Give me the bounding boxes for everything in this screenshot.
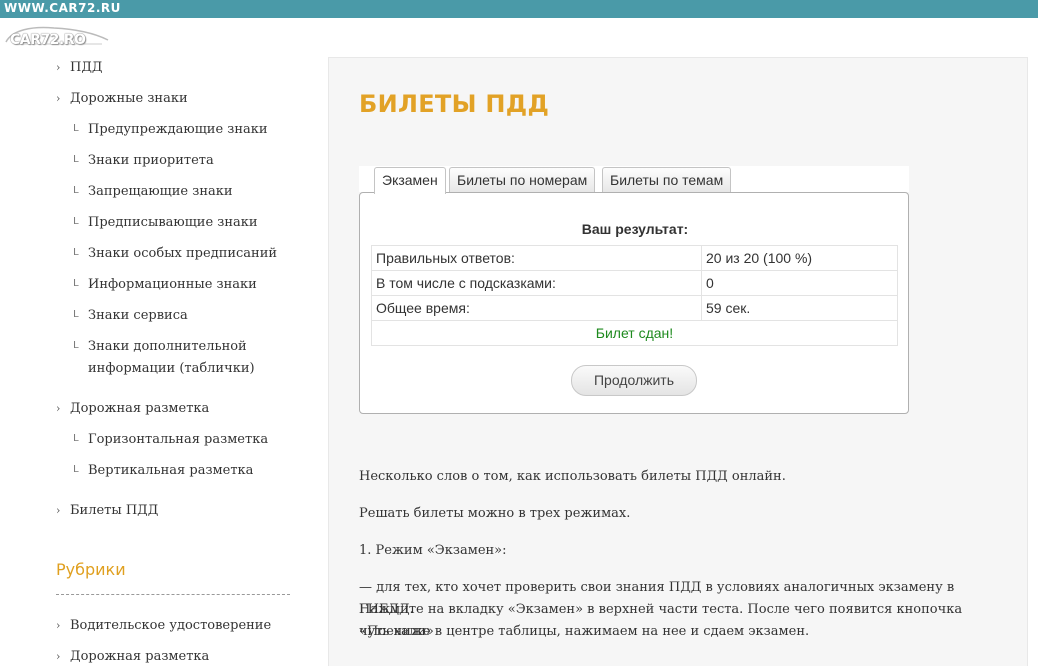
- table-row: Правильных ответов: 20 из 20 (100 %): [371, 245, 898, 271]
- sidebar-item-label: Знаки приоритета: [88, 153, 214, 168]
- sidebar-item-mandatory-signs[interactable]: L Предписывающие знаки: [73, 212, 258, 234]
- tab-tickets-by-number[interactable]: Билеты по номерам: [449, 167, 596, 193]
- tree-branch-icon: L: [73, 278, 80, 289]
- sidebar-item-additional-info-signs[interactable]: L Знаки дополнительной информации (табли…: [73, 336, 255, 380]
- sidebar-item-warning-signs[interactable]: L Предупреждающие знаки: [73, 119, 268, 141]
- chevron-right-icon: ›: [56, 61, 61, 74]
- rubrics-heading: Рубрики: [56, 560, 126, 579]
- sidebar-item-label: Вертикальная разметка: [88, 463, 254, 478]
- result-value-hints: 0: [701, 270, 898, 296]
- sidebar-item-road-signs[interactable]: › Дорожные знаки: [56, 88, 188, 110]
- table-row: Билет сдан!: [371, 320, 898, 346]
- sidebar-item-label: Запрещающие знаки: [88, 184, 233, 199]
- article-body-line: чуть ниже в центре таблицы, нажимаем на …: [359, 624, 810, 639]
- sidebar-item-service-signs[interactable]: L Знаки сервиса: [73, 305, 188, 327]
- sidebar: › ПДД › Дорожные знаки L Предупреждающие…: [0, 52, 300, 666]
- sidebar-item-priority-signs[interactable]: L Знаки приоритета: [73, 150, 214, 172]
- tab-exam[interactable]: Экзамен: [374, 167, 446, 194]
- rubrics-divider: [56, 594, 290, 595]
- sidebar-item-label-line2: информации (таблички): [88, 361, 255, 376]
- tree-branch-icon: L: [73, 154, 80, 165]
- sidebar-item-road-markings[interactable]: › Дорожная разметка: [56, 398, 210, 420]
- sidebar-item-information-signs[interactable]: L Информационные знаки: [73, 274, 257, 296]
- article-paragraph: Решать билеты можно в трех режимах.: [359, 506, 631, 521]
- result-status: Билет сдан!: [371, 320, 898, 346]
- table-row: Общее время: 59 сек.: [371, 295, 898, 321]
- sidebar-item-label: Дорожная разметка: [70, 401, 210, 416]
- sidebar-item-label: Знаки дополнительной: [88, 339, 247, 354]
- chevron-right-icon: ›: [56, 619, 61, 632]
- page-title: БИЛЕТЫ ПДД: [359, 90, 550, 118]
- sidebar-item-pdd[interactable]: › ПДД: [56, 57, 103, 79]
- test-tabs: Экзамен Билеты по номерам Билеты по тема…: [359, 166, 909, 194]
- rubric-item-label: Водительское удостоверение: [70, 618, 272, 633]
- chevron-right-icon: ›: [56, 92, 61, 105]
- result-value-time: 59 сек.: [701, 295, 898, 321]
- tree-branch-icon: L: [73, 309, 80, 320]
- sidebar-item-horizontal-markings[interactable]: L Горизонтальная разметка: [73, 429, 269, 451]
- result-value-correct: 20 из 20 (100 %): [701, 245, 898, 271]
- site-url[interactable]: WWW.CAR72.RU: [4, 0, 121, 16]
- continue-button[interactable]: Продолжить: [571, 365, 697, 396]
- tree-branch-icon: L: [73, 433, 80, 444]
- sidebar-item-vertical-markings[interactable]: L Вертикальная разметка: [73, 460, 254, 482]
- result-label-hints: В том числе с подсказками:: [371, 270, 702, 296]
- sidebar-item-label: Предписывающие знаки: [88, 215, 258, 230]
- sidebar-item-label: Предупреждающие знаки: [88, 122, 268, 137]
- rubric-item-road-markings[interactable]: › Дорожная разметка: [56, 646, 210, 666]
- chevron-right-icon: ›: [56, 504, 61, 517]
- tree-branch-icon: L: [73, 123, 80, 134]
- sidebar-item-pdd-tickets[interactable]: › Билеты ПДД: [56, 500, 159, 522]
- sidebar-item-label: Знаки особых предписаний: [88, 246, 278, 261]
- site-logo[interactable]: CAR72.RO: [2, 20, 114, 52]
- rubric-item-label: Дорожная разметка: [70, 649, 210, 664]
- tab-tickets-by-topic[interactable]: Билеты по темам: [602, 167, 732, 193]
- tree-branch-icon: L: [73, 464, 80, 475]
- sidebar-item-prohibitory-signs[interactable]: L Запрещающие знаки: [73, 181, 233, 203]
- tree-branch-icon: L: [73, 247, 80, 258]
- chevron-right-icon: ›: [56, 402, 61, 415]
- tree-branch-icon: L: [73, 185, 80, 196]
- tree-branch-icon: L: [73, 340, 80, 351]
- sidebar-item-label: ПДД: [70, 60, 103, 75]
- result-label-time: Общее время:: [371, 295, 702, 321]
- result-table: Правильных ответов: 20 из 20 (100 %) В т…: [371, 245, 898, 346]
- sidebar-item-special-regulation-signs[interactable]: L Знаки особых предписаний: [73, 243, 278, 265]
- exam-result-panel: Ваш результат: Правильных ответов: 20 из…: [359, 192, 909, 414]
- sidebar-item-label: Знаки сервиса: [88, 308, 188, 323]
- sidebar-item-label: Горизонтальная разметка: [88, 432, 269, 447]
- top-bar: WWW.CAR72.RU: [0, 0, 1038, 18]
- sidebar-item-label: Дорожные знаки: [70, 91, 188, 106]
- chevron-right-icon: ›: [56, 650, 61, 663]
- tree-branch-icon: L: [73, 216, 80, 227]
- article-paragraph: 1. Режим «Экзамен»:: [359, 543, 507, 558]
- article-paragraph: Несколько слов о том, как использовать б…: [359, 469, 786, 484]
- table-row: В том числе с подсказками: 0: [371, 270, 898, 296]
- result-label-correct: Правильных ответов:: [371, 245, 702, 271]
- sidebar-item-label: Информационные знаки: [88, 277, 257, 292]
- sidebar-item-label: Билеты ПДД: [70, 503, 159, 518]
- rubric-item-drivers-license[interactable]: › Водительское удостоверение: [56, 615, 272, 637]
- logo-text: CAR72.RO: [10, 32, 86, 48]
- result-heading: Ваш результат:: [581, 221, 689, 237]
